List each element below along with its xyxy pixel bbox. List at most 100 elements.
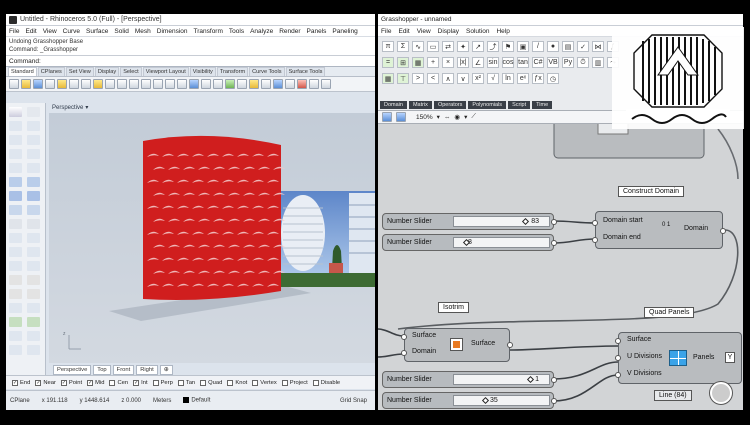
slider-1-output-port[interactable] [551, 219, 557, 225]
wireframe-icon[interactable] [213, 79, 223, 89]
render-icon[interactable] [27, 317, 40, 327]
tan-icon[interactable]: tan [517, 57, 529, 68]
number-slider-4[interactable]: Number Slider 35 [382, 392, 557, 409]
print-icon[interactable] [45, 79, 55, 89]
slider-3-output-port[interactable] [551, 377, 557, 383]
ribbon-tab-time[interactable]: Time [532, 101, 553, 109]
and-icon[interactable]: ∧ [442, 73, 454, 84]
slider-1-grip[interactable] [521, 217, 529, 226]
domain-end-port[interactable] [592, 237, 598, 243]
osnap-point[interactable]: ✓ Point [60, 379, 82, 386]
osnap-knot[interactable]: Knot [227, 379, 247, 386]
named-view-icon[interactable] [27, 331, 40, 341]
osnap-disable[interactable]: Disable [312, 379, 340, 386]
status-units[interactable]: Meters [153, 398, 171, 404]
select-icon[interactable] [285, 79, 295, 89]
slider-icon[interactable]: ▭ [427, 41, 439, 52]
osnap-tan[interactable]: Tan [177, 379, 195, 386]
viewport-title[interactable]: Perspective ▾ [49, 103, 88, 112]
domain-icon[interactable]: ⇄ [442, 41, 454, 52]
vp-tab-perspective[interactable]: Perspective [53, 364, 92, 375]
vb-icon[interactable]: VB [547, 57, 559, 68]
rhino-menu-paneling[interactable]: Paneling [332, 28, 357, 35]
zoom-level[interactable]: 150% [416, 114, 433, 121]
slider-4-track[interactable]: 35 [453, 395, 550, 406]
rendered-icon[interactable] [237, 79, 247, 89]
command-line[interactable]: Command: [6, 56, 375, 67]
osnap-checkbox[interactable]: ✓ [133, 379, 140, 386]
command-input[interactable] [44, 57, 375, 65]
exp-icon[interactable]: eˣ [517, 73, 529, 84]
bounds-icon[interactable]: ⊞ [397, 57, 409, 68]
equals-icon[interactable]: = [382, 57, 394, 68]
scale-icon[interactable] [27, 247, 40, 257]
explode-icon[interactable] [27, 289, 40, 299]
osnap-int[interactable]: ✓ Int [133, 379, 148, 386]
osnap-checkbox[interactable] [227, 379, 234, 386]
qp-surface-port[interactable] [615, 338, 621, 344]
sigma-icon[interactable]: Σ [397, 41, 409, 52]
rhino-menu-file[interactable]: File [9, 28, 19, 35]
extrude-icon[interactable] [27, 177, 40, 187]
preview-eye-icon[interactable]: ◉ [454, 113, 460, 121]
boolean-icon[interactable] [27, 205, 40, 215]
osnap-checkbox[interactable]: ✓ [87, 379, 94, 386]
new-file-icon[interactable] [9, 79, 19, 89]
rhino-menu-panels[interactable]: Panels [307, 28, 327, 35]
check-icon[interactable]: ✓ [577, 41, 589, 52]
open-folder-icon[interactable] [21, 79, 31, 89]
osnap-end[interactable]: ✓ End [12, 379, 30, 386]
options-icon[interactable] [309, 79, 319, 89]
osnap-checkbox[interactable] [281, 379, 288, 386]
tab-standard[interactable]: Standard [8, 67, 37, 76]
rhino-menu-dimension[interactable]: Dimension [157, 28, 188, 35]
ribbon-tab-matrix[interactable]: Matrix [408, 101, 432, 109]
polyline-icon[interactable] [27, 121, 40, 131]
line-icon[interactable] [9, 121, 22, 131]
cut-icon[interactable] [69, 79, 79, 89]
osnap-perp[interactable]: Perp [152, 379, 173, 386]
analyze-icon[interactable] [9, 317, 22, 327]
layer-icon[interactable] [261, 79, 271, 89]
script-icon[interactable]: C# [532, 57, 544, 68]
status-cplane[interactable]: CPlane [10, 398, 30, 404]
osnap-cen[interactable]: Cen [109, 379, 128, 386]
join-icon[interactable] [9, 289, 22, 299]
slider-1-track[interactable]: 83 [453, 216, 550, 227]
paste-icon[interactable] [93, 79, 103, 89]
zoom-dropdown-icon[interactable]: ▾ [437, 113, 440, 121]
properties-icon[interactable] [273, 79, 283, 89]
poly-icon[interactable]: x² [472, 73, 484, 84]
rhino-menu-render[interactable]: Render [279, 28, 300, 35]
abs-icon[interactable]: |x| [457, 57, 469, 68]
gh-menu-display[interactable]: Display [438, 28, 459, 35]
tab-curve-tools[interactable]: Curve Tools [249, 67, 285, 76]
light-icon[interactable] [249, 79, 259, 89]
polygon-icon[interactable] [27, 163, 40, 173]
osnap-checkbox[interactable] [152, 379, 159, 386]
matrix-icon[interactable]: ▦ [382, 73, 394, 84]
pan-icon[interactable] [117, 79, 127, 89]
osnap-near[interactable]: ✓ Near [35, 379, 56, 386]
qp-u-port[interactable] [615, 355, 621, 361]
status-grid-snap[interactable]: Grid Snap [340, 398, 367, 404]
pi-icon[interactable]: π [382, 41, 394, 52]
save-icon[interactable] [33, 79, 43, 89]
undo-icon[interactable] [105, 79, 115, 89]
import-icon[interactable] [57, 79, 67, 89]
rotate-view-icon[interactable] [129, 79, 139, 89]
layout-icon[interactable] [9, 331, 22, 341]
copy-tool-icon[interactable] [27, 233, 40, 243]
zoom-selected-icon[interactable] [177, 79, 187, 89]
arc-icon[interactable] [9, 149, 22, 159]
gh-menu-help[interactable]: Help [496, 28, 509, 35]
isotrim-component[interactable]: Surface Domain Surface [401, 328, 513, 362]
sine-icon[interactable]: ∿ [412, 41, 424, 52]
group-icon[interactable] [27, 345, 40, 355]
ribbon-tab-domain[interactable]: Domain [380, 101, 407, 109]
osnap-checkbox[interactable] [312, 379, 319, 386]
slider-3-grip[interactable] [526, 375, 534, 384]
osnap-checkbox[interactable] [200, 379, 207, 386]
rhino-menu-solid[interactable]: Solid [114, 28, 128, 35]
zoom-window-icon[interactable] [153, 79, 163, 89]
